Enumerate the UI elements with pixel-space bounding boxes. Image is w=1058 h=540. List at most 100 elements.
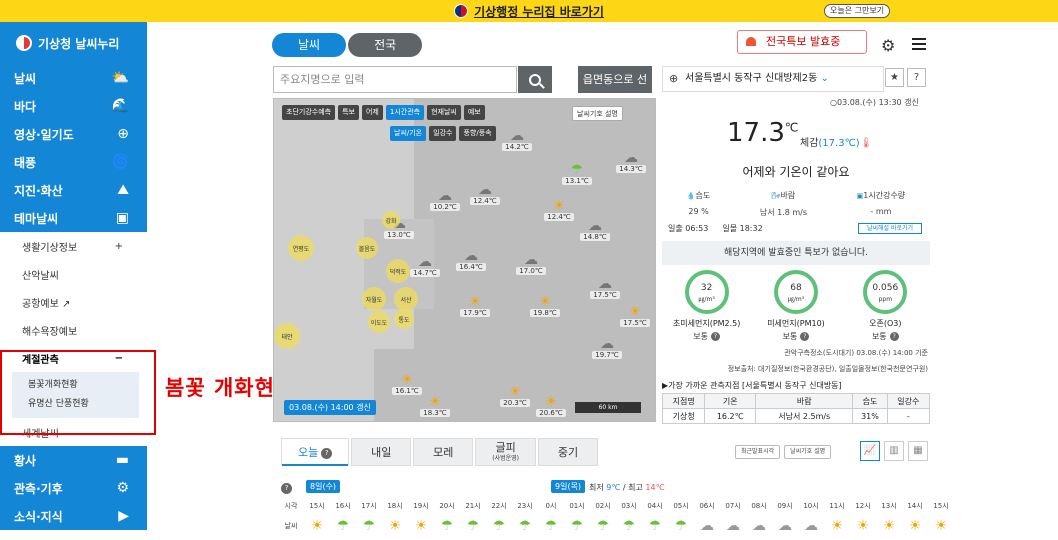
line-chart-icon[interactable]: 📈 — [860, 441, 880, 461]
map-layer-button[interactable]: 현재날씨 — [427, 105, 461, 120]
map-type-button[interactable]: 일강수 — [429, 126, 457, 141]
air-quality-item: 68 ㎍/m³ 미세먼지(PM10) 보통? — [756, 270, 836, 342]
map-layer-button[interactable]: 예보 — [463, 105, 485, 120]
map-station[interactable]: ☂ 13.1℃ — [562, 163, 592, 185]
forecast-tab-label: 중기 — [557, 446, 579, 459]
air-quality-marker[interactable]: 이도도 — [368, 311, 390, 333]
map-station[interactable]: ☁ 17.5℃ — [590, 277, 620, 299]
stat-value: - mm — [870, 207, 892, 216]
sidebar-item[interactable]: 소식·지식 ▶ — [0, 502, 147, 530]
map-station[interactable]: ☁ 17.0℃ — [516, 253, 546, 275]
air-quality-marker[interactable]: 통도 — [394, 309, 414, 329]
tab-national[interactable]: 전국 — [348, 33, 423, 57]
map-station[interactable]: ☀ 18.3℃ — [420, 395, 450, 417]
logo[interactable]: 기상청 날씨누리 — [0, 22, 147, 64]
help-icon[interactable]: ? — [711, 332, 721, 341]
sidebar-item[interactable]: 날씨 ⛅ — [0, 64, 147, 92]
map-station[interactable]: ☀ 20.6℃ — [536, 395, 566, 417]
air-quality-marker[interactable]: 연평도 — [288, 235, 314, 261]
map-layer-button[interactable]: 특보 — [338, 105, 359, 120]
sidebar-item[interactable]: 영상·일기도 ⊕ — [0, 120, 147, 148]
air-quality-marker[interactable]: 태안 — [274, 323, 300, 349]
map-station[interactable]: ☁ 14.8℃ — [580, 219, 610, 241]
stat-label: 💧습도 — [687, 190, 710, 201]
hour-cell: 13시 — [881, 502, 897, 510]
air-quality-marker[interactable]: 덕적도 — [386, 259, 410, 283]
map-station[interactable]: ☁ 14.3℃ — [616, 151, 646, 173]
help-icon[interactable]: ? — [281, 483, 292, 494]
air-quality-marker[interactable]: 서산 — [394, 287, 418, 311]
gear-icon[interactable]: ⚙ — [881, 36, 895, 55]
submenu-item-label: 산악날씨 — [22, 270, 59, 282]
map-station[interactable]: ☀ 20.3℃ — [500, 385, 530, 407]
location-selector[interactable]: 서울특별시 동작구 신대방제2동 ⌄ — [662, 66, 884, 92]
map-station[interactable]: ☁ 12.4℃ — [470, 183, 500, 205]
map-station[interactable]: ☀ 12.4℃ — [544, 199, 574, 221]
menu-icon: ▬ — [115, 452, 129, 468]
submenu-item[interactable]: 생활기상정보 + — [0, 232, 147, 260]
map-station[interactable]: ☁ 10.2℃ — [430, 189, 460, 211]
map-layer-button[interactable]: 1시간관측 — [385, 105, 425, 120]
area-select-button[interactable]: 읍면동으로 선택 — [578, 66, 652, 113]
weather-stat: 🌬바람 남서 1.8 m/s — [760, 184, 807, 218]
map-station[interactable]: ☁ 14.7℃ — [410, 255, 440, 277]
map-type-button[interactable]: 날씨/기온 — [390, 126, 427, 141]
close-today-button[interactable]: 오늘은 그만보기 — [824, 4, 891, 18]
map-type-button[interactable]: 풍향/풍속 — [459, 126, 496, 141]
map-station[interactable]: ☁ 19.7℃ — [592, 337, 622, 359]
weather-symbol-legend-button[interactable]: 날씨기호 설명 — [572, 106, 623, 121]
weather-symbol-button[interactable]: 날씨기호 설명 — [784, 445, 832, 459]
submenu-item[interactable]: 공항예보 ↗ — [0, 288, 147, 316]
table-header: 바람 — [755, 393, 854, 409]
sidebar-item[interactable]: 관측·기후 ⚙ — [0, 474, 147, 502]
station-temperature: 14.3℃ — [616, 165, 646, 173]
weather-map[interactable]: 초단기강수예측 특보 어제 1시간관측 현재날씨 예보 날씨/기온 일강수 풍향/풍속 날씨기… — [273, 98, 656, 422]
menu-icon[interactable] — [912, 38, 926, 50]
sidebar-item[interactable]: 지진·화산 ⛰ — [0, 176, 147, 204]
sidebar-item[interactable]: 태풍 🌀 — [0, 148, 147, 176]
tab-weather[interactable]: 날씨 — [272, 33, 347, 57]
forecast-tab[interactable]: 오늘? — [281, 438, 350, 466]
station-temperature: 17.5℃ — [590, 291, 620, 299]
weather-icon: ☁ — [464, 248, 478, 264]
table-icon[interactable]: ▦ — [908, 441, 928, 461]
star-icon[interactable]: ★ — [885, 68, 904, 87]
hourly-weather-icon: ☂ — [622, 518, 636, 534]
stat-label: ▣1시간강수량 — [857, 190, 906, 201]
weather-icon: ☀ — [508, 384, 522, 400]
help-icon[interactable]: ? — [321, 447, 333, 459]
menu-icon: ⛰ — [117, 182, 129, 198]
sidebar-item[interactable]: 바다 🌊 — [0, 92, 147, 120]
bar-chart-icon[interactable]: ▥ — [884, 441, 904, 461]
forecast-tab[interactable]: 중기 — [538, 438, 599, 466]
weather-comment-button[interactable]: 날씨해설 바로가기 — [858, 223, 922, 234]
weather-icon: ☀ — [552, 198, 566, 214]
search-input[interactable]: 주요지명으로 입력 — [273, 66, 517, 93]
help-icon[interactable]: ? — [907, 68, 926, 87]
nuri-link[interactable]: 기상행정 누리집 바로가기 — [454, 3, 604, 20]
help-icon[interactable]: ? — [889, 332, 899, 341]
forecast-tab[interactable]: 내일 — [351, 438, 412, 466]
air-quality-marker[interactable]: 강화 — [382, 211, 400, 229]
submenu-item[interactable]: 해수욕장예보 — [0, 316, 147, 344]
latest-release-button[interactable]: 최근발표시각 — [735, 445, 781, 459]
submenu-item[interactable]: 산악날씨 — [0, 260, 147, 288]
map-layer-button[interactable]: 어제 — [361, 105, 383, 120]
map-station[interactable]: ☁ 16.4℃ — [456, 249, 486, 271]
sidebar-item[interactable]: 테마날씨 ▣ — [0, 204, 147, 232]
map-station[interactable]: ☁ 14.2℃ — [502, 129, 532, 151]
map-station[interactable]: ☀ 19.8℃ — [530, 295, 560, 317]
map-station[interactable]: ☀ 17.5℃ — [620, 305, 650, 327]
air-quality-marker[interactable]: 자월도 — [362, 287, 386, 311]
map-station[interactable]: ☀ 17.9℃ — [460, 295, 490, 317]
national-alert-button[interactable]: 전국특보 발효중 — [737, 30, 867, 54]
air-quality-marker[interactable]: 볼음도 — [356, 237, 378, 259]
forecast-tab[interactable]: 글피 (사범운영) — [475, 438, 537, 466]
help-icon[interactable]: ? — [800, 332, 810, 341]
map-station[interactable]: ☀ 16.1℃ — [392, 373, 422, 395]
air-quality-name: 오존(O3) — [869, 319, 902, 328]
search-button[interactable] — [518, 66, 552, 93]
forecast-tab[interactable]: 모레 — [413, 438, 474, 466]
sidebar-item[interactable]: 황사 ▬ — [0, 446, 147, 474]
map-layer-button[interactable]: 초단기강수예측 — [282, 105, 336, 120]
